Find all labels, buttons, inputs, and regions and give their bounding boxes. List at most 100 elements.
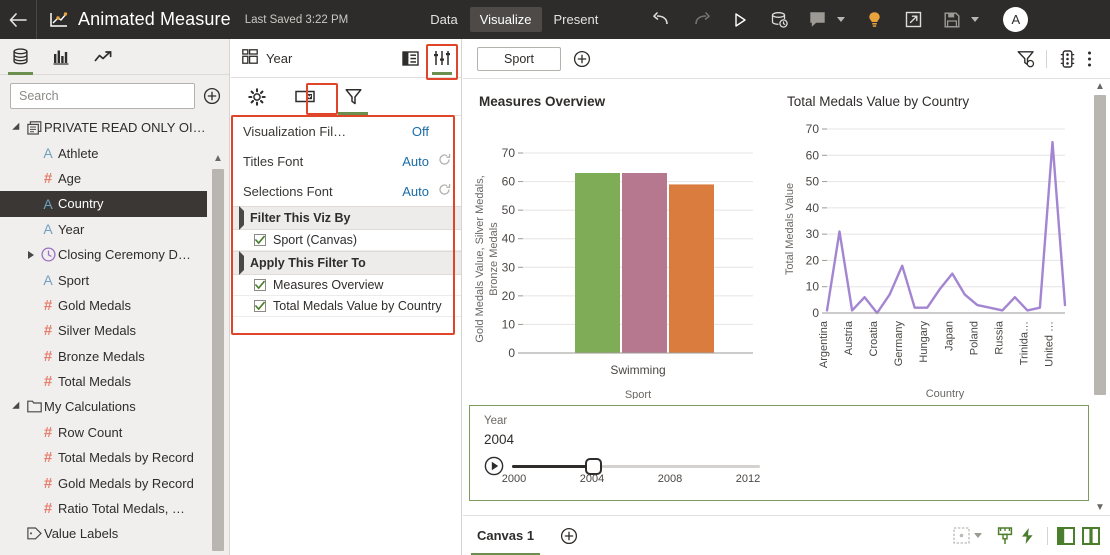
save-caret-icon[interactable] <box>971 17 980 22</box>
data-tab[interactable] <box>8 39 33 75</box>
property-value[interactable]: Auto <box>402 184 429 199</box>
property-row-selections-font[interactable]: Selections Font Auto <box>231 176 461 206</box>
tree-item-value-labels[interactable]: Value Labels <box>0 521 229 545</box>
topbar-divider <box>36 0 37 39</box>
tree-item-total-medals-by-record[interactable]: # Total Medals by Record <box>0 445 229 470</box>
filter-clear-icon[interactable] <box>1015 48 1037 70</box>
play-icon[interactable] <box>730 10 750 30</box>
section-header-apply-this-filter-to[interactable]: Apply This Filter To <box>231 251 461 275</box>
bar-gold-medals-value[interactable] <box>575 173 620 353</box>
back-arrow-icon[interactable] <box>0 0 36 39</box>
property-row-titles-font[interactable]: Titles Font Auto <box>231 146 461 176</box>
tree-item-closing-ceremony-d[interactable]: Closing Ceremony D… <box>0 242 229 267</box>
add-canvas-icon[interactable] <box>560 527 578 545</box>
twisty-expanded-icon[interactable] <box>239 206 244 230</box>
bar-bronze-medals[interactable] <box>669 184 714 353</box>
reset-icon[interactable] <box>438 183 451 199</box>
tree-item-athlete[interactable]: A Athlete <box>0 140 229 165</box>
auto-insights-icon[interactable] <box>1016 525 1038 547</box>
layout-caret-icon[interactable] <box>974 533 982 538</box>
data-panel-scrollbar[interactable]: ▲ ▼ <box>211 151 225 555</box>
twisty-collapsed-icon[interactable] <box>24 250 38 259</box>
canvas-scroll-up-icon[interactable]: ▲ <box>1093 79 1107 93</box>
line-series-total-medals-value[interactable] <box>825 140 1067 315</box>
grammar-panel-icon[interactable] <box>399 47 421 69</box>
insights-bulb-icon[interactable] <box>864 10 884 30</box>
checkbox[interactable] <box>254 279 266 291</box>
general-gear-icon[interactable] <box>245 84 269 110</box>
charts-row: Measures Overview 0 10 20 30 40 50 60 70 Gold M… <box>463 79 1110 412</box>
search-input[interactable] <box>10 83 195 109</box>
share-icon[interactable] <box>903 10 923 30</box>
analytics-tab[interactable] <box>94 39 113 75</box>
checkbox-row-sport-canvas[interactable]: Sport (Canvas) <box>231 230 461 251</box>
filter-funnel-icon[interactable] <box>338 84 368 115</box>
line-x-tick-label: Hungary <box>918 321 930 363</box>
comment-caret-icon[interactable] <box>837 17 846 22</box>
line-x-tick-label: Germany <box>893 321 905 367</box>
checkbox[interactable] <box>254 234 266 246</box>
tab-present[interactable]: Present <box>544 7 609 32</box>
tree-item-ratio-total-medals[interactable]: # Ratio Total Medals, … <box>0 496 229 521</box>
checkbox-row-measures-overview[interactable]: Measures Overview <box>231 275 461 296</box>
bar-silver-medals[interactable] <box>622 173 667 353</box>
canvas-scroll-down-icon[interactable]: ▼ <box>1093 500 1107 514</box>
tab-visualize[interactable]: Visualize <box>469 7 542 32</box>
tree-item-year[interactable]: A Year <box>0 217 229 242</box>
paint-brush-icon[interactable] <box>994 525 1016 547</box>
tree-item-country[interactable]: A Country <box>0 191 207 217</box>
refresh-data-icon[interactable] <box>769 10 789 30</box>
canvas-scrollbar[interactable]: ▲ ▼ <box>1093 79 1107 514</box>
property-row-visualization-fil[interactable]: Visualization Fil… Off <box>231 116 461 146</box>
tree-item-gold-medals-by-record[interactable]: # Gold Medals by Record <box>0 470 229 495</box>
twisty-expanded-icon[interactable] <box>239 251 244 275</box>
twisty-expanded-icon[interactable] <box>10 122 24 133</box>
year-slider-viz[interactable]: Year 2004 2000 2004 2008 2012 <box>469 405 1089 501</box>
canvas-tab-1[interactable]: Canvas 1 <box>470 516 541 555</box>
reset-icon[interactable] <box>438 153 451 169</box>
checkbox[interactable] <box>254 300 266 312</box>
more-menu-icon[interactable] <box>1078 48 1100 70</box>
canvas-scroll-thumb[interactable] <box>1094 95 1106 395</box>
add-filter-icon[interactable] <box>573 50 591 68</box>
slider-tick-0: 2000 <box>501 473 527 485</box>
avatar[interactable]: A <box>1003 7 1029 32</box>
property-value[interactable]: Off <box>412 124 429 139</box>
tree-item-row-count[interactable]: # Row Count <box>0 420 229 445</box>
tree-item-age[interactable]: # Age <box>0 166 229 191</box>
undo-icon[interactable] <box>652 10 672 30</box>
add-dataset-icon[interactable] <box>203 87 221 105</box>
left-panel-toggle-icon[interactable] <box>1057 526 1075 545</box>
tree-item-total-medals[interactable]: # Total Medals <box>0 369 229 394</box>
viz-measures-overview[interactable]: Measures Overview 0 10 20 30 40 50 60 70 Gold M… <box>463 85 775 412</box>
checkbox-row-total-medals-value-by-country[interactable]: Total Medals Value by Country <box>231 296 461 317</box>
slider-track[interactable] <box>512 458 760 475</box>
visualizations-tab[interactable] <box>53 39 70 75</box>
tree-item-private-read-only-oi[interactable]: PRIVATE READ ONLY OI… <box>0 115 229 140</box>
tree-item-my-calculations[interactable]: My Calculations <box>0 394 229 419</box>
svg-text:40: 40 <box>502 232 516 246</box>
tree-item-label: Row Count <box>58 424 123 440</box>
section-header-filter-this-viz-by[interactable]: Filter This Viz By <box>231 206 461 230</box>
right-panel-toggle-icon[interactable] <box>1082 526 1100 545</box>
data-actions-icon[interactable] <box>1056 48 1078 70</box>
property-value[interactable]: Auto <box>402 154 429 169</box>
tree-item-bronze-medals[interactable]: # Bronze Medals <box>0 344 229 369</box>
comment-icon[interactable] <box>808 10 828 30</box>
redo-icon[interactable] <box>691 10 711 30</box>
twisty-expanded-icon[interactable] <box>10 401 24 413</box>
app-root: Animated Measure Last Saved 3:22 PM Data… <box>0 0 1110 555</box>
save-icon[interactable] <box>942 10 962 30</box>
tree-item-silver-medals[interactable]: # Silver Medals <box>0 318 229 343</box>
scroll-up-icon[interactable]: ▲ <box>211 151 225 165</box>
filter-chip-sport[interactable]: Sport <box>477 46 561 71</box>
tree-item-sport[interactable]: A Sport <box>0 267 229 292</box>
properties-sliders-icon[interactable] <box>431 47 453 75</box>
tab-data[interactable]: Data <box>420 7 467 32</box>
selection-steps-icon[interactable] <box>293 84 317 110</box>
tree-item-gold-medals[interactable]: # Gold Medals <box>0 293 229 318</box>
canvas-layout-icon[interactable] <box>950 525 972 547</box>
tree-item-label: PRIVATE READ ONLY OI… <box>44 120 206 136</box>
viz-total-medals-by-country[interactable]: Total Medals Value by Country 0 10 20 30 40 5… <box>775 85 1087 412</box>
scroll-thumb[interactable] <box>212 169 224 551</box>
